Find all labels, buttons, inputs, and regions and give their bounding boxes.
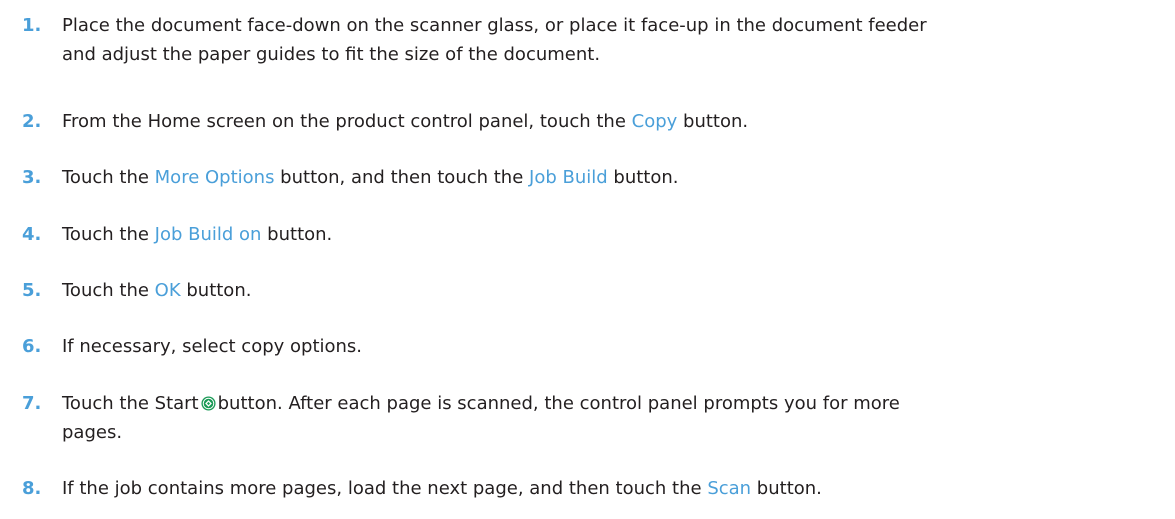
step-text-segment: Touch the Start: [62, 393, 199, 414]
step-text-line: Touch the Start button. After each page i…: [62, 389, 1172, 418]
more-options-button-reference: More Options: [154, 167, 275, 188]
step-text-segment: button.: [180, 280, 252, 301]
step-number: 2.: [22, 111, 42, 132]
step-text: Touch the Start button. After each page i…: [62, 389, 1172, 447]
step-text-segment: From the Home screen on the product cont…: [62, 111, 632, 132]
step-text: If necessary, select copy options.: [62, 336, 363, 357]
step-text: Touch the More Options button, and then …: [62, 163, 1172, 192]
step-text: From the Home screen on the product cont…: [62, 107, 1172, 136]
step-text: Touch the Job Build on button.: [62, 220, 1172, 249]
ok-button-reference: OK: [154, 280, 181, 301]
step-text-segment: If the job contains more pages, load the…: [62, 478, 708, 499]
step-number: 3.: [22, 167, 42, 188]
instruction-list: 1. Place the document face-down on the s…: [0, 0, 1175, 519]
step-number: 4.: [22, 224, 42, 245]
job-build-button-reference: Job Build: [529, 167, 608, 188]
step-text-segment: button.: [751, 478, 822, 499]
step-text-segment: button.: [261, 224, 333, 245]
step-number: 8.: [22, 478, 42, 499]
step-text-segment: button.: [607, 167, 679, 188]
job-build-on-button-reference: Job Build on: [154, 224, 262, 245]
start-icon: [201, 396, 216, 411]
step-text-line: Place the document face-down on the scan…: [62, 15, 927, 36]
step-text-line: and adjust the paper guides to fit the s…: [62, 44, 601, 65]
copy-button-reference: Copy: [631, 111, 678, 132]
step-text-segment: button. After each page is scanned, the …: [217, 393, 900, 414]
step-text-segment: Touch the: [62, 280, 155, 301]
step-number: 1.: [22, 15, 42, 36]
step-text-line: pages.: [62, 422, 123, 443]
step-text: If the job contains more pages, load the…: [62, 474, 1172, 503]
step-text-segment: button, and then touch the: [274, 167, 530, 188]
scan-button-reference: Scan: [707, 478, 752, 499]
step-text-segment: Touch the: [62, 224, 155, 245]
step-number: 6.: [22, 336, 42, 357]
step-text-segment: Touch the: [62, 167, 155, 188]
step-text: Touch the OK button.: [62, 276, 1172, 305]
step-number: 5.: [22, 280, 42, 301]
step-number: 7.: [22, 393, 42, 414]
step-text-segment: button.: [677, 111, 749, 132]
step-text: Place the document face-down on the scan…: [62, 11, 1172, 69]
